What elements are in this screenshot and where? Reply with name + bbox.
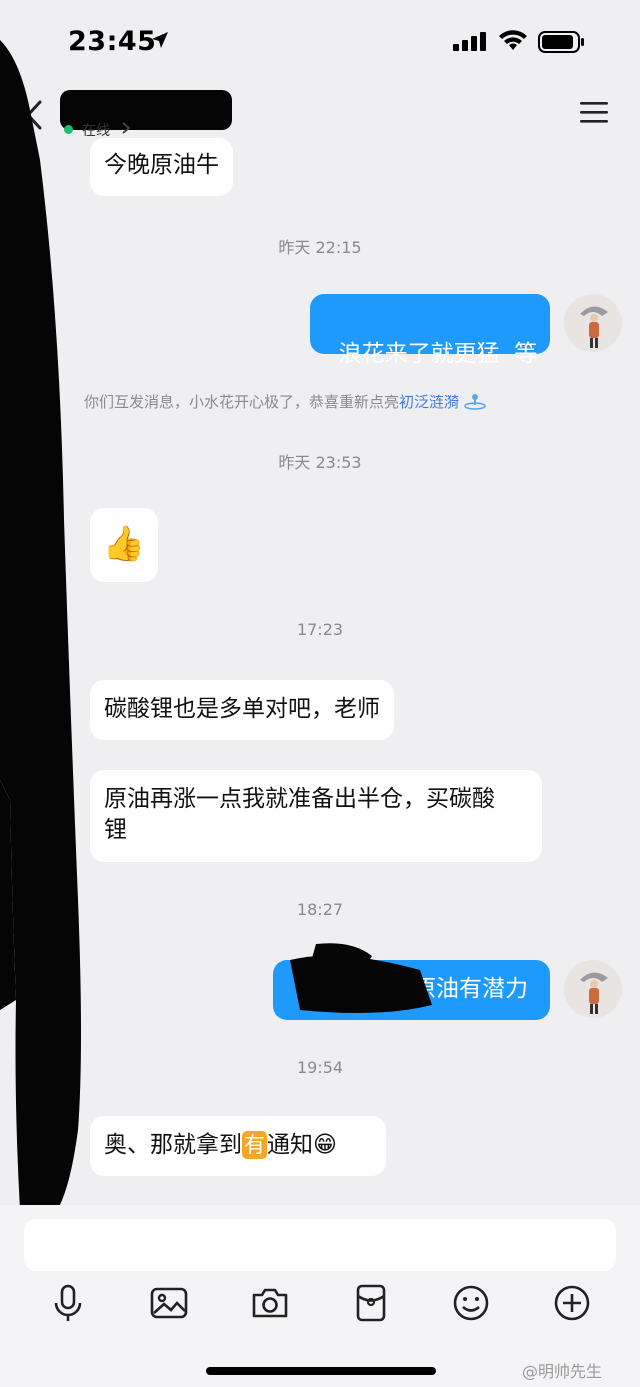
camera-icon[interactable] [250, 1283, 290, 1323]
message-text: 今晚原油牛 [104, 152, 219, 178]
message-bubble-received[interactable]: 碳酸锂也是多单对吧，老师 [90, 680, 394, 740]
message-timestamp: 昨天 22:15 [278, 238, 362, 257]
location-arrow-icon [152, 32, 168, 48]
home-indicator [206, 1367, 436, 1375]
message-bubble-received[interactable]: 奥、那就拿到有通知😁 [90, 1116, 386, 1176]
message-text: 原油有潜力 [413, 976, 528, 1002]
message-text: 浪花来了就更猛 等 [338, 341, 538, 367]
thumbs-up-emoji: 👍 [102, 524, 146, 564]
status-bar: 23:45 [0, 0, 640, 90]
message-bubble-received[interactable]: 今晚原油牛 [90, 138, 233, 196]
grin-emoji: 😁 [313, 1132, 337, 1158]
message-timestamp: 19:54 [296, 1058, 344, 1077]
status-time: 23:45 [68, 26, 157, 57]
avatar-figure-icon [580, 972, 608, 1014]
message-input[interactable] [24, 1219, 616, 1271]
red-packet-icon[interactable] [351, 1283, 391, 1323]
wifi-icon [499, 30, 527, 50]
message-timestamp: 18:27 [296, 900, 344, 919]
message-text-line: 原油再涨一点我就准备出半仓，买碳酸 [104, 786, 495, 812]
message-text: 奥、那就拿到 [104, 1132, 242, 1158]
back-arrow-icon[interactable] [20, 98, 50, 132]
message-bubble-sent[interactable]: 浪花来了就更猛 等 [310, 294, 550, 367]
message-bubble-sent[interactable]: 原油有潜力 [273, 960, 550, 1020]
message-text: 通知 [267, 1132, 313, 1158]
mic-icon[interactable] [48, 1283, 88, 1323]
message-timestamp: 昨天 23:53 [278, 453, 362, 472]
message-bubble-received[interactable]: 原油再涨一点我就准备出半仓，买碳酸 锂 [90, 770, 542, 862]
cellular-signal-icon [453, 32, 486, 51]
emoji-icon[interactable] [451, 1283, 491, 1323]
avatar-figure-icon [580, 306, 608, 348]
online-status-text[interactable]: 在线 [82, 120, 110, 140]
system-notice-text: 你们互发消息，小水花开心极了，恭喜重新点亮 [84, 393, 400, 411]
chevron-right-icon[interactable] [120, 121, 132, 135]
online-status-dot [64, 125, 73, 134]
ripple-icon [464, 394, 486, 410]
menu-icon[interactable] [580, 100, 608, 124]
plus-icon[interactable] [552, 1283, 592, 1323]
system-notice: 你们互发消息，小水花开心极了，恭喜重新点亮初泛涟漪 [84, 390, 486, 412]
my-avatar[interactable] [564, 294, 622, 352]
you-badge: 有 [242, 1131, 267, 1159]
my-avatar[interactable] [564, 960, 622, 1018]
system-notice-link[interactable]: 初泛涟漪 [399, 393, 459, 411]
message-text-line: 锂 [104, 817, 127, 843]
message-bubble-received[interactable]: 👍 [90, 508, 158, 582]
message-text: 碳酸锂也是多单对吧，老师 [104, 696, 380, 722]
battery-icon [538, 31, 584, 53]
image-icon[interactable] [149, 1283, 189, 1323]
watermark: @明帅先生 [522, 1362, 603, 1381]
message-timestamp: 17:23 [296, 620, 344, 639]
